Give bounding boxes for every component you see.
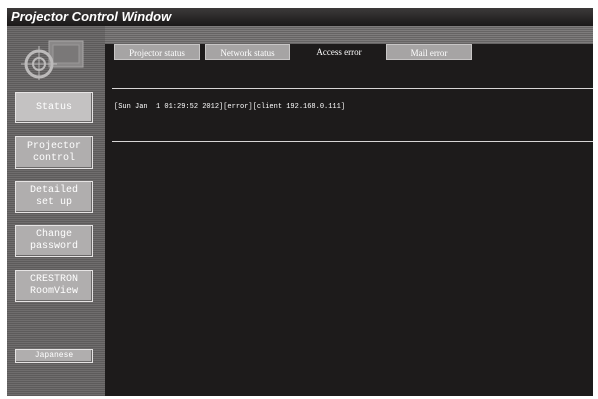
sidebar: Status Projector control Detailed set up… bbox=[7, 26, 105, 396]
tab-access-error[interactable]: Access error bbox=[296, 44, 382, 60]
projector-control-window: Projector Control Window Status Projecto… bbox=[7, 8, 593, 396]
bottom-divider bbox=[112, 141, 593, 142]
window-title: Projector Control Window bbox=[11, 9, 172, 24]
sidebar-item-detailed-set-up[interactable]: Detailed set up bbox=[15, 181, 93, 213]
tab-network-status[interactable]: Network status bbox=[205, 44, 290, 60]
title-bar: Projector Control Window bbox=[7, 8, 593, 26]
top-divider bbox=[112, 88, 593, 89]
japanese-language-button[interactable]: Japanese bbox=[15, 349, 93, 363]
access-error-log-entry: [Sun Jan 1 01:29:52 2012][error][client … bbox=[114, 103, 346, 111]
sidebar-item-projector-control[interactable]: Projector control bbox=[15, 136, 93, 169]
tab-mail-error[interactable]: Mail error bbox=[386, 44, 472, 60]
projector-logo-icon bbox=[21, 40, 84, 80]
sidebar-item-change-password[interactable]: Change password bbox=[15, 225, 93, 257]
sidebar-item-status[interactable]: Status bbox=[15, 92, 93, 123]
tab-projector-status[interactable]: Projector status bbox=[114, 44, 200, 60]
sidebar-item-crestron-roomview[interactable]: CRESTRON RoomView bbox=[15, 270, 93, 302]
